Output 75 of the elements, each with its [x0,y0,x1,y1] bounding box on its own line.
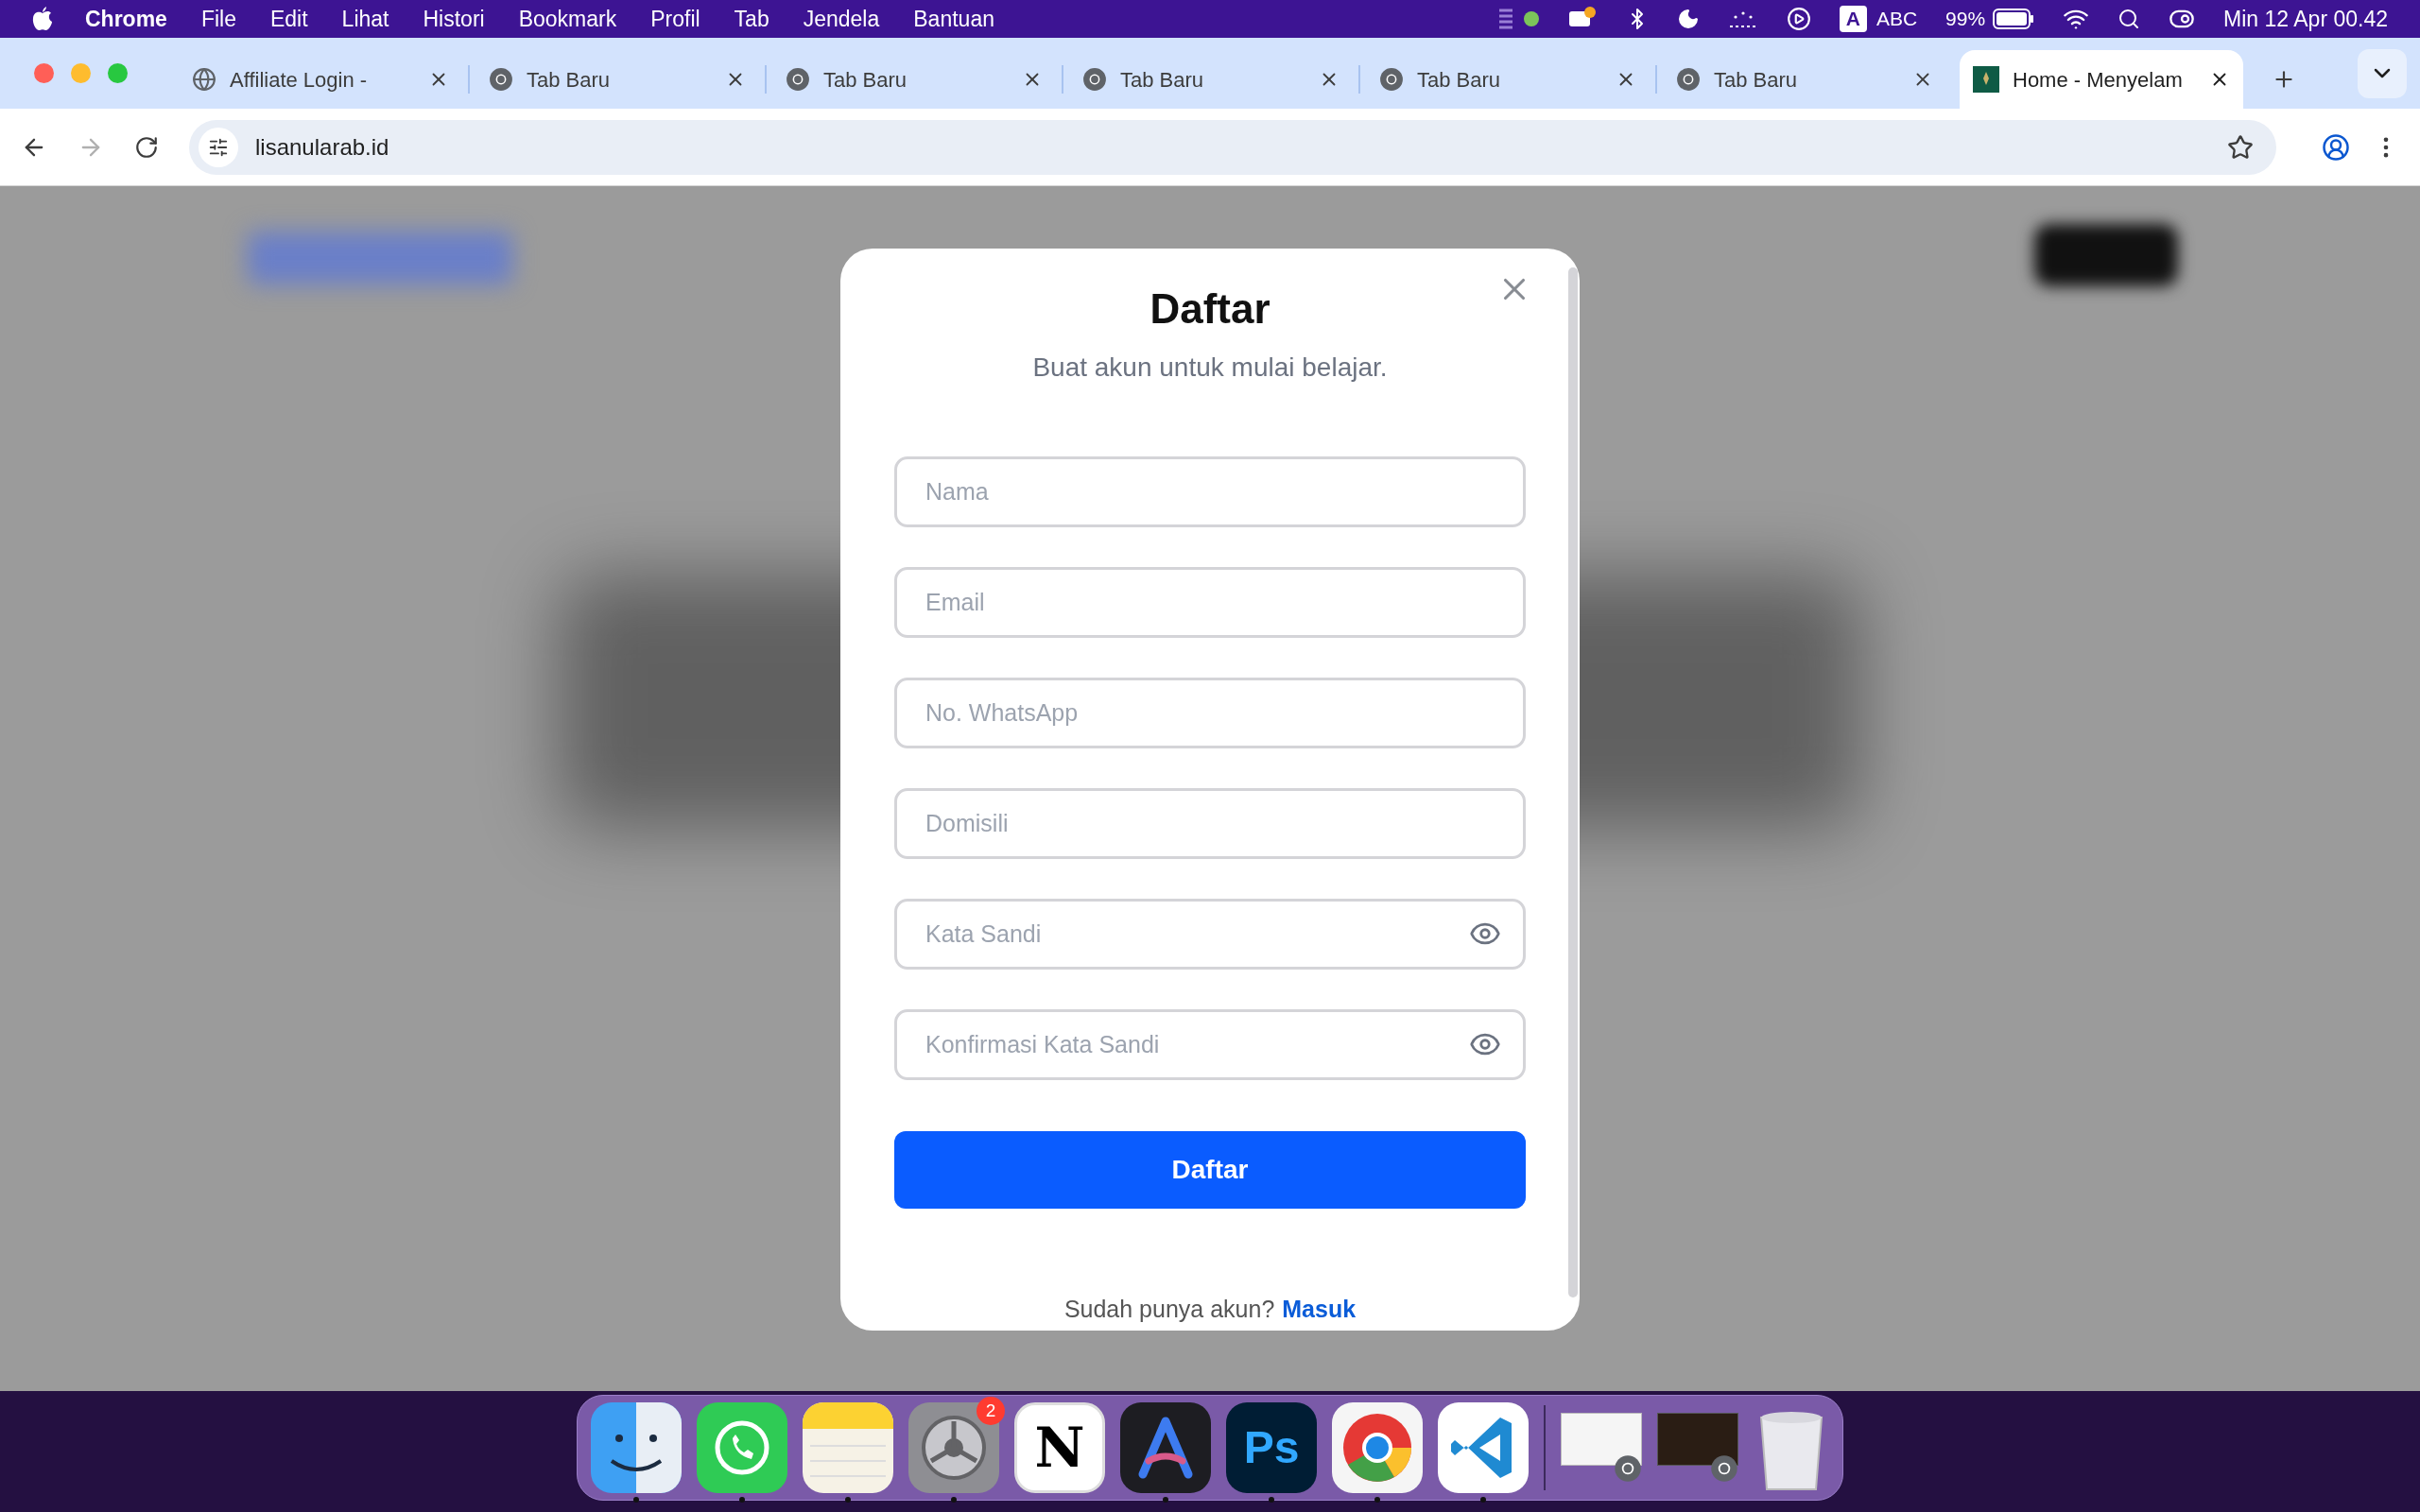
site-favicon-icon [1973,66,1999,93]
tab-title: Home - Menyelam [2013,66,2184,94]
profile-icon[interactable] [2322,132,2350,162]
tab-title: Tab Baru [527,66,612,94]
browser-tab[interactable]: Tab Baru [772,50,1056,109]
window-thumbnail[interactable] [1657,1413,1738,1466]
tab-title: Tab Baru [823,66,908,94]
ps-app-icon[interactable]: Ps [1226,1402,1317,1493]
window-thumbnail[interactable] [1561,1413,1642,1466]
menu-item[interactable]: Chrome [85,2,167,36]
browser-tab[interactable]: Home - Menyelam [1960,50,2243,109]
tab-title: Tab Baru [1714,66,1799,94]
menu-item[interactable]: Bookmark [518,2,617,36]
chrome-logo-icon [489,67,513,92]
site-settings-icon[interactable] [208,136,229,158]
dotted-arc-icon[interactable] [1727,9,1758,28]
browser-app-icon[interactable] [1332,1402,1423,1493]
search-icon[interactable] [2118,8,2141,30]
menu-item[interactable]: Lihat [341,2,389,36]
browser-tab[interactable]: Tab Baru [475,50,759,109]
dialog-subtitle: Buat akun untuk mulai belajar. [1032,352,1388,384]
menu-item[interactable]: File [200,2,236,36]
phone-bubble-app-icon[interactable] [697,1402,787,1493]
scrollbar[interactable] [1568,267,1578,1297]
reload-icon[interactable] [134,134,159,160]
login-prompt: Sudah punya akun? [1063,1295,1275,1324]
apple-icon[interactable] [32,7,53,31]
chrome-logo-icon [1676,67,1701,92]
bookmark-star-icon[interactable] [2227,133,2254,161]
input-source-label[interactable]: ABC [1876,4,1918,34]
input-field[interactable]: No. WhatsApp [894,678,1526,748]
notepad-app-icon[interactable] [803,1402,893,1493]
chevron-down-icon [2374,68,2391,78]
url-text: lisanularab.id [255,132,389,162]
arch-app-icon[interactable] [1120,1402,1211,1493]
browser-tab[interactable]: Tab Baru [1366,50,1650,109]
menu-item[interactable]: Tab [734,2,769,36]
clock[interactable]: Min 12 Apr 00.42 [2223,2,2388,36]
browser-badge-icon [1614,1454,1642,1483]
submit-button[interactable]: Daftar [894,1131,1526,1209]
menu-item[interactable]: Edit [269,2,308,36]
moon-icon[interactable] [1676,8,1700,30]
notification-badge: 2 [977,1397,1005,1425]
tab-title: Tab Baru [1120,66,1205,94]
input-field[interactable]: Kata Sandi [894,899,1526,970]
smiling-face-app-icon[interactable] [591,1402,682,1493]
browser-badge-icon [1710,1454,1738,1483]
tab-title: Tab Baru [1417,66,1502,94]
input-field[interactable]: Email [894,567,1526,638]
chrome-logo-icon [1082,67,1107,92]
address-bar[interactable]: lisanularab.id [189,119,2276,175]
menu-item[interactable]: Bantuan [913,2,994,36]
globe-icon [192,67,216,92]
chrome-logo-icon [1379,67,1404,92]
chrome-logo-icon [786,67,810,92]
letter-app-icon[interactable]: N [1014,1402,1105,1493]
code-editor-app-icon[interactable] [1438,1402,1529,1493]
dialog-title: Daftar [1150,284,1270,334]
browser-tab[interactable]: Tab Baru [1663,50,1946,109]
gear-app-icon[interactable] [908,1402,999,1493]
tab-title: Affiliate Login - [230,66,369,94]
menu-item[interactable]: Jendela [803,2,880,36]
input-field[interactable]: Domisili [894,788,1526,859]
browser-tab[interactable]: Affiliate Login - [179,50,462,109]
battery-icon[interactable] [1993,9,2035,29]
menu-item[interactable]: Histori [423,2,485,36]
list-status-icon[interactable] [1496,7,1514,31]
browser-tab[interactable]: Tab Baru [1069,50,1353,109]
battery-percentage: 99% [1945,7,1986,32]
input-key-badge[interactable]: A [1839,6,1867,32]
login-link[interactable]: Masuk [1282,1292,1357,1328]
menu-item[interactable]: Profil [650,2,700,36]
play-circle-icon[interactable] [1786,7,1811,31]
input-field[interactable]: Konfirmasi Kata Sandi [894,1009,1526,1080]
input-field[interactable]: Nama [894,456,1526,527]
